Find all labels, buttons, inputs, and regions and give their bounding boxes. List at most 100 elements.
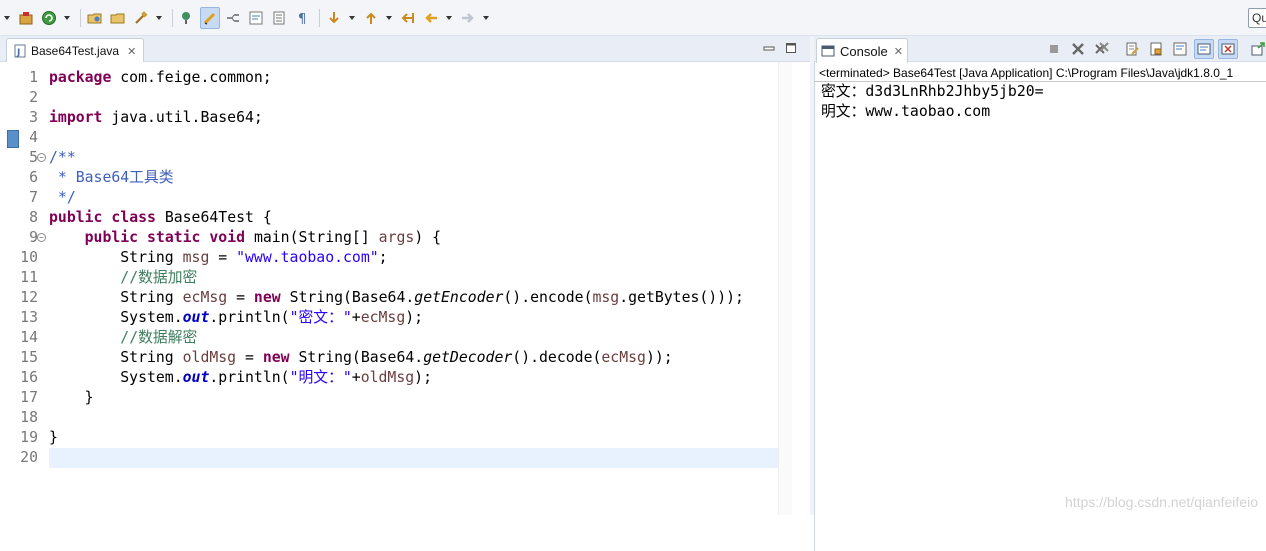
line-number: 9: [29, 229, 38, 246]
show-whitespace-icon[interactable]: ¶: [292, 7, 312, 29]
tab-label: Console: [840, 43, 888, 59]
code-token: System.: [49, 369, 183, 386]
prev-edit-dropdown[interactable]: [384, 7, 394, 29]
code-token: /**: [49, 149, 76, 166]
show-on-stderr-icon[interactable]: [1218, 39, 1238, 59]
next-edit-dropdown[interactable]: [347, 7, 357, 29]
code-line[interactable]: String oldMsg = new String(Base64.getDec…: [49, 348, 778, 368]
back-dropdown[interactable]: [444, 7, 454, 29]
code-line[interactable]: public class Base64Test {: [49, 208, 778, 228]
show-on-stdout-icon[interactable]: [1194, 39, 1214, 59]
code-area[interactable]: 1 2 3 4 5−6 7 8 9−10 11 12 13 14 15 16 17 18 19 20 packag…: [0, 62, 810, 515]
code-token: msg: [592, 289, 620, 306]
code-token: =: [236, 349, 263, 366]
code-line[interactable]: * Base64工具类: [49, 168, 778, 188]
line-number: 7: [29, 189, 38, 206]
code-token: .println(: [209, 369, 290, 386]
build-dropdown[interactable]: [154, 7, 164, 29]
word-wrap-icon[interactable]: [246, 7, 266, 29]
word-wrap-icon[interactable]: [1170, 39, 1190, 59]
line-number: 10: [20, 249, 38, 266]
forward-dropdown[interactable]: [481, 7, 491, 29]
console-left-border: [814, 36, 815, 551]
back-icon[interactable]: [421, 7, 441, 29]
code-line[interactable]: public static void main(String[] args) {: [49, 228, 778, 248]
code-token: .println(: [209, 309, 290, 326]
run-dropdown[interactable]: [62, 7, 72, 29]
line-number: 12: [20, 289, 38, 306]
external-tools-icon[interactable]: [16, 7, 36, 29]
last-edit-location-icon[interactable]: [398, 7, 418, 29]
code-line[interactable]: */: [49, 188, 778, 208]
console-output[interactable]: 密文：d3d3LnRhb2Jhby5jb20= 明文：www.taobao.com: [821, 82, 1261, 122]
line-number: 8: [29, 209, 38, 226]
next-annotation-icon[interactable]: [177, 7, 197, 29]
code-line[interactable]: System.out.println("明文："+oldMsg);: [49, 368, 778, 388]
editor-vertical-scrollbar[interactable]: [778, 62, 792, 515]
code-token: }: [49, 429, 58, 446]
code-token: );: [414, 369, 432, 386]
run-icon[interactable]: [39, 7, 59, 29]
code-line[interactable]: [49, 448, 778, 468]
minimize-icon[interactable]: [762, 41, 776, 55]
watermark: https://blog.csdn.net/qianfeifeio: [1064, 494, 1258, 510]
remove-all-terminated-icon[interactable]: [1092, 39, 1112, 59]
scroll-lock-icon[interactable]: [1146, 39, 1166, 59]
code-line[interactable]: //数据解密: [49, 328, 778, 348]
toggle-breadcrumb-icon[interactable]: [223, 7, 243, 29]
code-line[interactable]: //数据加密: [49, 268, 778, 288]
source-code[interactable]: package com.feige.common; import java.uti…: [49, 62, 778, 468]
open-resource-icon[interactable]: [108, 7, 128, 29]
code-token: =: [227, 289, 254, 306]
fold-toggle-icon[interactable]: −: [37, 153, 46, 162]
open-console-icon[interactable]: [1248, 39, 1266, 59]
terminate-icon[interactable]: [1044, 39, 1064, 59]
mark-occurrences-icon[interactable]: [200, 6, 220, 29]
code-token: com.feige.common;: [111, 69, 272, 86]
code-token: String(Base64.: [289, 349, 424, 366]
code-line[interactable]: String ecMsg = new String(Base64.getEnco…: [49, 288, 778, 308]
block-select-icon[interactable]: [269, 7, 289, 29]
code-token: String(Base64.: [280, 289, 415, 306]
quick-access-field[interactable]: Qu: [1248, 8, 1266, 28]
code-token: //数据解密: [120, 329, 198, 346]
code-line[interactable]: }: [49, 388, 778, 408]
code-line[interactable]: [49, 88, 778, 108]
code-line[interactable]: }: [49, 428, 778, 448]
code-token: ) {: [414, 229, 442, 246]
maximize-icon[interactable]: [784, 41, 798, 55]
code-token: * Base64工具类: [49, 169, 174, 186]
build-icon[interactable]: [131, 7, 151, 29]
code-line[interactable]: String msg = "www.taobao.com";: [49, 248, 778, 268]
code-line[interactable]: package com.feige.common;: [49, 68, 778, 88]
toolbar-overflow-dropdown[interactable]: [2, 7, 12, 29]
line-number: 20: [20, 449, 38, 466]
code-line[interactable]: import java.util.Base64;: [49, 108, 778, 128]
code-line[interactable]: [49, 408, 778, 428]
code-line[interactable]: [49, 128, 778, 148]
code-token: String: [49, 349, 183, 366]
open-type-icon[interactable]: [85, 7, 105, 29]
next-edit-icon[interactable]: [324, 7, 344, 29]
clear-console-icon[interactable]: [1122, 39, 1142, 59]
toolbar-separator: [319, 8, 320, 27]
code-token: main(String[]: [245, 229, 379, 246]
console-status-line: <terminated> Base64Test [Java Applicatio…: [819, 66, 1234, 80]
prev-edit-icon[interactable]: [361, 7, 381, 29]
code-token: ecMsg: [182, 289, 228, 306]
remove-launch-icon[interactable]: [1068, 39, 1088, 59]
fold-toggle-icon[interactable]: −: [37, 233, 46, 242]
forward-icon[interactable]: [458, 7, 478, 29]
code-token: System.: [49, 309, 183, 326]
tab-console[interactable]: Console ✕: [816, 38, 908, 63]
close-tab-icon[interactable]: ✕: [127, 45, 136, 58]
bookmark-marker: [7, 130, 19, 148]
close-tab-icon[interactable]: ✕: [894, 45, 903, 58]
code-line[interactable]: /**: [49, 148, 778, 168]
code-token: "密文：": [289, 309, 352, 326]
toolbar-separator: [80, 8, 81, 27]
code-token: class: [111, 209, 156, 226]
tab-base64test-java[interactable]: J Base64Test.java ✕: [6, 38, 144, 63]
code-token: public: [49, 209, 103, 226]
code-line[interactable]: System.out.println("密文："+ecMsg);: [49, 308, 778, 328]
